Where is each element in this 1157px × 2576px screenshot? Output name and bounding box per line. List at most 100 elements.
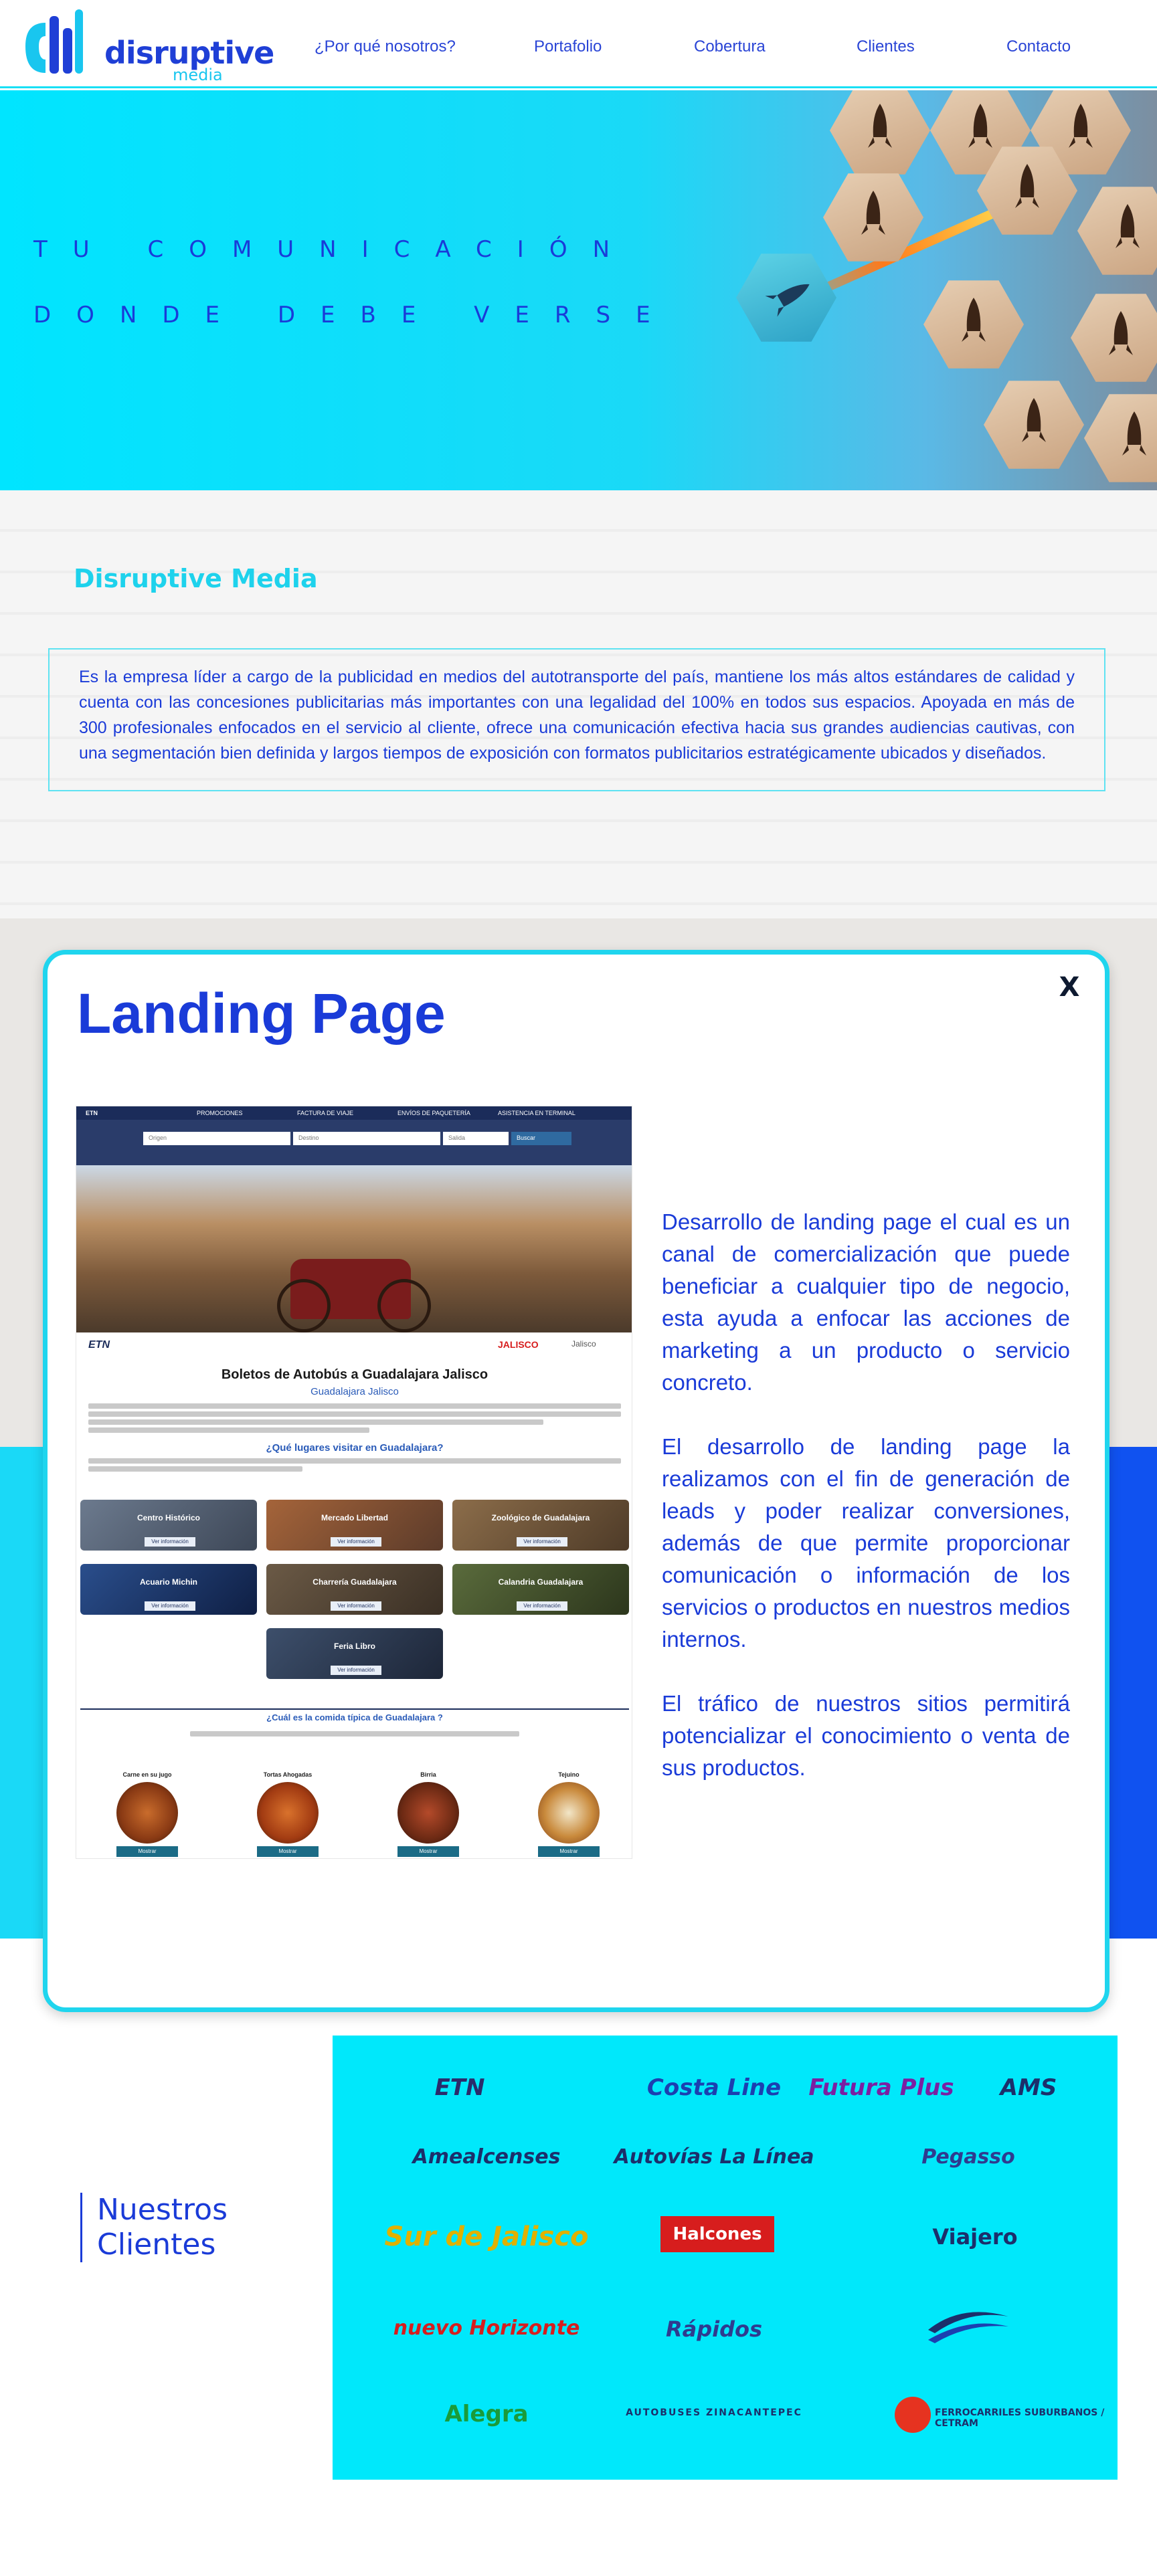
preview-place-name: Mercado Libertad bbox=[321, 1513, 389, 1522]
preview-nav-item: PROMOCIONES bbox=[197, 1110, 243, 1116]
preview-dish-button: Mostrar bbox=[257, 1846, 319, 1857]
nav-portfolio[interactable]: Portafolio bbox=[534, 37, 602, 56]
hero-headline-line1: TU COMUNICACIÓN bbox=[33, 236, 636, 263]
preview-more-info-button: Ver información bbox=[331, 1537, 381, 1547]
preview-place-card: Charrería Guadalajara Ver información bbox=[266, 1564, 443, 1615]
preview-place-card: Mercado Libertad Ver información bbox=[266, 1500, 443, 1551]
preview-food-heading: ¿Cuál es la comida típica de Guadalajara… bbox=[266, 1712, 443, 1722]
site-header: disruptive media ¿Por qué nosotros? Port… bbox=[0, 0, 1157, 88]
preview-hero-photo bbox=[76, 1165, 632, 1332]
preview-navbar: ETN PROMOCIONES FACTURA DE VIAJE ENVÍOS … bbox=[76, 1106, 632, 1120]
landing-page-modal: X Landing Page ETN PROMOCIONES FACTURA D… bbox=[43, 950, 1109, 2012]
client-logo-ams: AMS bbox=[1000, 2074, 1057, 2101]
hexagon-rocket-icon bbox=[984, 381, 1084, 469]
nav-why-us[interactable]: ¿Por qué nosotros? bbox=[315, 37, 456, 56]
preview-destination-field: Destino bbox=[293, 1132, 440, 1145]
modal-paragraph: El desarrollo de landing page la realiza… bbox=[662, 1434, 1070, 1652]
preview-wheel-shape bbox=[377, 1279, 431, 1332]
preview-place-card: Feria Libro Ver información bbox=[266, 1628, 443, 1679]
preview-dish-image bbox=[116, 1782, 178, 1844]
clients-title-line2: Clientes bbox=[97, 2227, 216, 2262]
logo-subtext: media bbox=[173, 66, 223, 84]
preview-text-line bbox=[190, 1731, 519, 1737]
preview-place-name: Feria Libro bbox=[333, 1642, 375, 1651]
client-logo-alegra: Alegra bbox=[444, 2401, 529, 2428]
preview-place-name: Acuario Michin bbox=[139, 1577, 197, 1587]
client-logo-pegasso: Pegasso bbox=[921, 2145, 1015, 2169]
preview-more-info-button: Ver información bbox=[145, 1537, 195, 1547]
preview-more-info-button: Ver información bbox=[331, 1601, 381, 1611]
modal-description: Desarrollo de landing page el cual es un… bbox=[662, 1206, 1070, 1816]
about-text-box: Es la empresa líder a cargo de la public… bbox=[48, 648, 1105, 791]
preview-logos-row: ETN JALISCO Jalisco bbox=[76, 1332, 632, 1359]
about-description: Es la empresa líder a cargo de la public… bbox=[79, 668, 1075, 763]
clients-logo-panel: ETN Costa Line Futura Plus AMS Amealcens… bbox=[333, 2036, 1118, 2480]
preview-nav-item: ENVÍOS DE PAQUETERÍA bbox=[397, 1110, 470, 1116]
client-logo-transportes-icon bbox=[928, 2312, 1008, 2343]
preview-places-heading: ¿Qué lugares visitar en Guadalajara? bbox=[266, 1442, 444, 1454]
client-logo-ferrocarriles-suburbanos: FERROCARRILES SUBURBANOS / CETRAM bbox=[935, 2407, 1105, 2429]
preview-text-line bbox=[88, 1458, 621, 1464]
preview-nav-item: FACTURA DE VIAJE bbox=[297, 1110, 354, 1116]
preview-dish-image bbox=[257, 1782, 319, 1844]
preview-search-button: Buscar bbox=[511, 1132, 571, 1145]
preview-etn-logo: ETN bbox=[88, 1339, 110, 1351]
preview-dish-button: Mostrar bbox=[397, 1846, 459, 1857]
preview-text-line bbox=[88, 1403, 621, 1409]
preview-heading: Boletos de Autobús a Guadalajara Jalisco bbox=[221, 1367, 488, 1382]
preview-dish-name: Carne en su jugo bbox=[122, 1771, 172, 1778]
preview-text-line bbox=[88, 1466, 302, 1472]
preview-date-field: Salida bbox=[443, 1132, 509, 1145]
preview-more-info-button: Ver información bbox=[517, 1537, 567, 1547]
hexagon-rocket-icon bbox=[1071, 294, 1157, 382]
nav-contact[interactable]: Contacto bbox=[1006, 37, 1071, 56]
preview-place-name: Calandria Guadalajara bbox=[498, 1577, 584, 1587]
preview-nav-item: ASISTENCIA EN TERMINAL bbox=[498, 1110, 575, 1116]
client-logo-autovias-la-linea: Autovías La Línea bbox=[614, 2145, 814, 2169]
logo-mark-icon bbox=[25, 9, 83, 74]
preview-subheading: Guadalajara Jalisco bbox=[310, 1386, 399, 1397]
preview-place-card: Acuario Michin Ver información bbox=[80, 1564, 257, 1615]
client-logo-viajero: Viajero bbox=[932, 2224, 1018, 2250]
preview-dish-name: Tejuino bbox=[558, 1771, 580, 1778]
client-logo-costa-line: Costa Line bbox=[646, 2074, 782, 2101]
preview-jalisco-seal: Jalisco bbox=[571, 1339, 596, 1349]
preview-dish-name: Tortas Ahogadas bbox=[263, 1771, 313, 1778]
ferrocarriles-logo-icon bbox=[895, 2397, 931, 2433]
preview-text-line bbox=[88, 1419, 543, 1425]
about-section: Disruptive Media Es la empresa líder a c… bbox=[0, 490, 1157, 918]
preview-more-info-button: Ver información bbox=[145, 1601, 195, 1611]
preview-jalisco-logo: JALISCO bbox=[498, 1339, 539, 1350]
hexagon-rocket-blue-icon bbox=[736, 254, 836, 342]
clients-title: Nuestros Clientes bbox=[80, 2193, 254, 2262]
preview-dish-button: Mostrar bbox=[538, 1846, 600, 1857]
preview-text-line bbox=[88, 1427, 369, 1433]
preview-place-name: Zoológico de Guadalajara bbox=[491, 1513, 590, 1522]
preview-place-card: Zoológico de Guadalajara Ver información bbox=[452, 1500, 629, 1551]
hexagon-rocket-icon bbox=[1077, 187, 1157, 275]
preview-dish-name: Birria bbox=[420, 1771, 436, 1778]
client-logo-autobuses-zinacantepec: AUTOBUSES ZINACANTEPEC bbox=[626, 2407, 802, 2418]
nav-coverage[interactable]: Cobertura bbox=[694, 37, 766, 56]
about-title: Disruptive Media bbox=[74, 564, 318, 593]
preview-dish-image bbox=[397, 1782, 459, 1844]
client-logo-etn: ETN bbox=[434, 2074, 485, 2101]
nav-clients[interactable]: Clientes bbox=[857, 37, 915, 56]
client-logo-sur-de-jalisco: Sur de Jalisco bbox=[384, 2221, 589, 2252]
client-logo-futura-plus: Futura Plus bbox=[808, 2074, 954, 2101]
disruptive-media-logo[interactable]: disruptive media bbox=[19, 9, 274, 84]
preview-wheel-shape bbox=[277, 1279, 331, 1332]
preview-text-line bbox=[88, 1411, 621, 1417]
clients-title-line1: Nuestros bbox=[97, 2193, 228, 2227]
preview-origin-field: Origen bbox=[143, 1132, 290, 1145]
client-logo-nuevo-horizonte: nuevo Horizonte bbox=[393, 2316, 580, 2340]
client-logo-halcones: Halcones bbox=[660, 2216, 774, 2252]
modal-close-button[interactable]: X bbox=[1054, 972, 1085, 1003]
preview-brand: ETN bbox=[86, 1110, 98, 1116]
modal-paragraph: Desarrollo de landing page el cual es un… bbox=[662, 1209, 1070, 1395]
modal-title: Landing Page bbox=[77, 982, 446, 1045]
hexagon-rocket-icon bbox=[923, 280, 1024, 369]
preview-place-card: Calandria Guadalajara Ver información bbox=[452, 1564, 629, 1615]
hero-banner: TU COMUNICACIÓN DONDE DEBE VERSE bbox=[0, 90, 1157, 490]
preview-more-info-button: Ver información bbox=[331, 1666, 381, 1675]
